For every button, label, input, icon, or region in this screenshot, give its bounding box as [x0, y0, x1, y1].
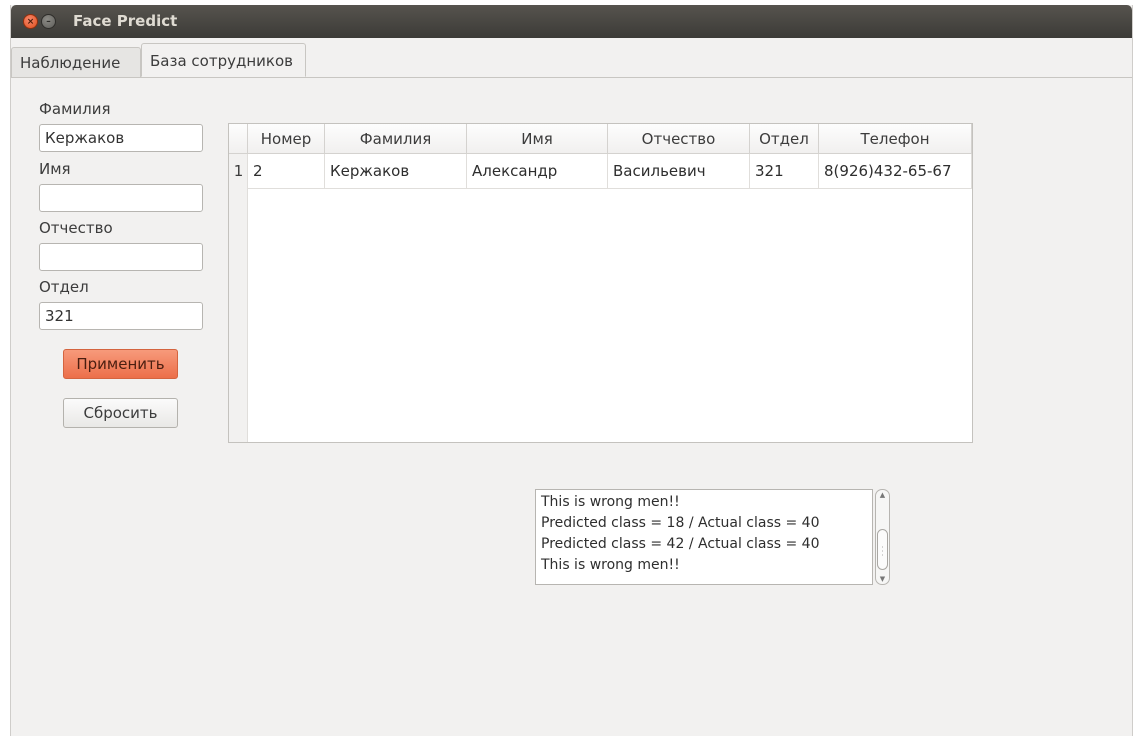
table-cell-patronymic[interactable]: Васильевич	[608, 154, 750, 189]
log-scrollbar[interactable]: ▲ · · · ▼	[875, 489, 890, 585]
surname-field[interactable]: Кержаков	[39, 124, 203, 152]
minimize-icon[interactable]: –	[41, 14, 56, 29]
surname-label: Фамилия	[39, 100, 111, 118]
tab-bar: Наблюдение База сотрудников	[11, 43, 1132, 78]
title-bar: × – Face Predict	[11, 5, 1132, 38]
log-line: This is wrong men!!	[541, 494, 680, 510]
column-header-surname[interactable]: Фамилия	[325, 124, 467, 154]
column-header-name[interactable]: Имя	[467, 124, 608, 154]
tab-observation[interactable]: Наблюдение	[11, 47, 141, 77]
scroll-up-icon[interactable]: ▲	[876, 491, 889, 499]
department-field[interactable]: 321	[39, 302, 203, 330]
column-header-department[interactable]: Отдел	[750, 124, 819, 154]
table-cell-surname[interactable]: Кержаков	[325, 154, 467, 189]
column-header-patronymic[interactable]: Отчество	[608, 124, 750, 154]
window-title: Face Predict	[73, 12, 178, 30]
table-cell-phone[interactable]: 8(926)432-65-67	[819, 154, 972, 189]
scroll-thumb[interactable]: · · ·	[877, 529, 888, 570]
column-header-phone[interactable]: Телефон	[819, 124, 972, 154]
apply-button[interactable]: Применить	[63, 349, 178, 379]
log-line: Predicted class = 18 / Actual class = 40	[541, 515, 820, 531]
scroll-down-icon[interactable]: ▼	[876, 575, 889, 583]
app-window: × – Face Predict Наблюдение База сотрудн…	[10, 5, 1133, 736]
patronymic-label: Отчество	[39, 219, 113, 237]
employee-table[interactable]: Номер Фамилия Имя Отчество Отдел Телефон…	[228, 123, 973, 443]
tab-employee-database[interactable]: База сотрудников	[141, 43, 306, 77]
table-corner[interactable]	[229, 124, 248, 154]
grip-icon: · · ·	[881, 543, 884, 560]
log-line: Predicted class = 42 / Actual class = 40	[541, 536, 820, 552]
log-line: This is wrong men!!	[541, 557, 680, 573]
name-label: Имя	[39, 160, 71, 178]
name-field[interactable]	[39, 184, 203, 212]
table-cell-department[interactable]: 321	[750, 154, 819, 189]
row-index[interactable]: 1	[229, 154, 248, 189]
table-cell-name[interactable]: Александр	[467, 154, 608, 189]
close-icon[interactable]: ×	[23, 14, 38, 29]
table-cell-number[interactable]: 2	[248, 154, 325, 189]
department-label: Отдел	[39, 278, 89, 296]
patronymic-field[interactable]	[39, 243, 203, 271]
column-header-number[interactable]: Номер	[248, 124, 325, 154]
prediction-log[interactable]: This is wrong men!! Predicted class = 18…	[535, 489, 873, 585]
reset-button[interactable]: Сбросить	[63, 398, 178, 428]
